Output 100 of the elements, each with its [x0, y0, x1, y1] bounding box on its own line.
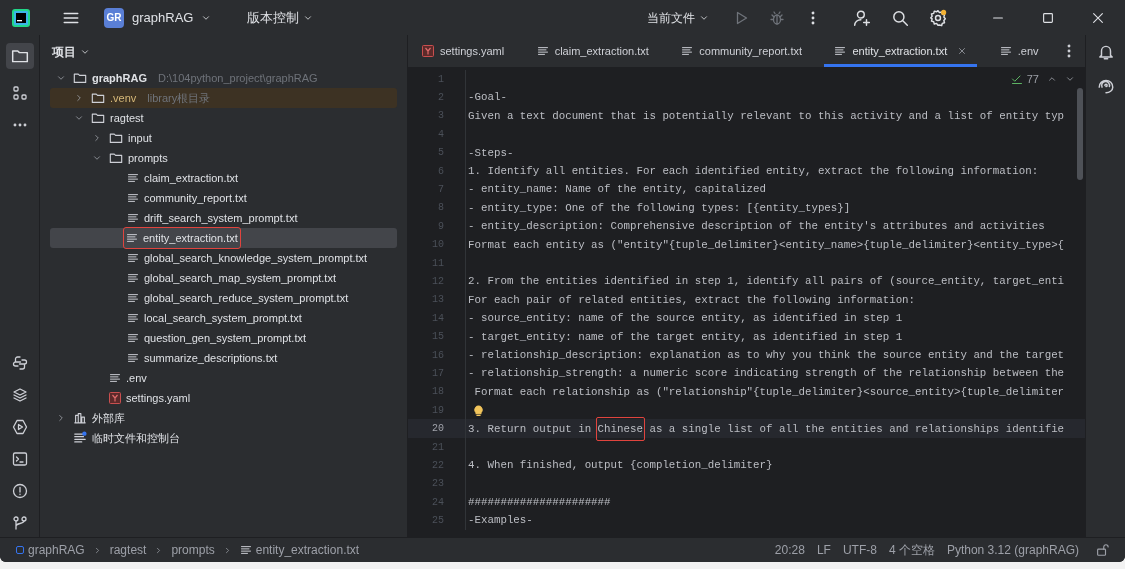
chevron-down-icon[interactable]: [56, 73, 66, 83]
chevron-down-icon[interactable]: [92, 153, 102, 163]
tree-item[interactable]: global_search_knowledge_system_prompt.txt: [144, 249, 368, 267]
notifications-icon[interactable]: [1096, 43, 1115, 61]
project-badge: GR: [104, 7, 124, 28]
check-icon: [1010, 73, 1023, 86]
debug-icon[interactable]: [769, 9, 785, 26]
folder-icon: [109, 151, 123, 165]
code-line: 2. From the entities identified in step 1, identify all pairs of (source_entity, target_enti: [468, 274, 1065, 290]
code-text: as a single list of all the entities and relationships identifie: [648, 421, 1065, 437]
tree-item[interactable]: .env: [126, 369, 147, 387]
breadcrumb-item[interactable]: graphRAG: [16, 541, 85, 559]
tree-item[interactable]: .venv: [110, 89, 137, 107]
chevron-right-icon[interactable]: [74, 93, 84, 103]
inspection-widget[interactable]: 77: [1010, 71, 1039, 88]
status-item[interactable]: LF: [816, 541, 831, 559]
code-line: -Examples-: [468, 513, 533, 529]
scrollbar-thumb[interactable]: [1077, 88, 1083, 180]
tree-item[interactable]: 临时文件和控制台: [92, 429, 180, 447]
tree-item[interactable]: entity_extraction.txt: [143, 229, 238, 247]
code-line: - entity_description: Comprehensive description of the entity's attributes and activities: [468, 219, 1045, 235]
services-icon[interactable]: [11, 419, 28, 435]
chevron-right-icon[interactable]: [56, 413, 66, 423]
status-item[interactable]: 4 个空格: [888, 541, 935, 559]
lock-icon[interactable]: [1095, 543, 1109, 557]
code-line: Format each relationship as ("relationship"{tuple_delimiter}<source_entity>{tuple_delimiter: [473, 384, 1065, 400]
text-file-icon: [536, 45, 549, 57]
vcs-menu[interactable]: 版本控制: [243, 7, 318, 28]
chevron-right-icon[interactable]: [92, 133, 102, 143]
editor-tab[interactable]: claim_extraction.txt: [526, 35, 659, 67]
library-icon: [73, 411, 87, 425]
settings-icon[interactable]: [929, 8, 947, 27]
tree-item[interactable]: local_search_system_prompt.txt: [144, 309, 302, 327]
tree-item[interactable]: claim_extraction.txt: [144, 169, 239, 187]
code-line: - relationship_description: explanation as to why you think the source entity and the target: [468, 347, 1065, 363]
status-item[interactable]: 20:28: [774, 541, 805, 559]
breadcrumb-item[interactable]: entity_extraction.txt: [239, 541, 360, 559]
chevron-down-icon[interactable]: [74, 113, 84, 123]
project-tool-button[interactable]: [5, 43, 34, 69]
text-file-icon: [127, 212, 139, 224]
tree-item[interactable]: 外部库: [92, 409, 125, 427]
search-icon[interactable]: [891, 8, 909, 27]
code-line: Given a text document that is potentially relevant to this activity and a list of entity typ: [468, 108, 1065, 124]
status-item[interactable]: Python 3.12 (graphRAG): [946, 541, 1079, 559]
code-text: 3. Return output in: [468, 421, 593, 437]
code-line: 1. Identify all entities. For each identified entity, extract the following information:: [468, 164, 1039, 180]
tree-item[interactable]: input: [128, 129, 152, 147]
text-file-icon: [127, 292, 139, 304]
tree-item[interactable]: global_search_map_system_prompt.txt: [144, 269, 336, 287]
folder-icon: [73, 71, 87, 85]
editor-tab[interactable]: .env: [989, 35, 1049, 67]
text-file-icon: [999, 45, 1012, 57]
tree-item[interactable]: ragtest: [110, 109, 144, 127]
folder-icon: [109, 131, 123, 145]
excluded-row[interactable]: .venv library根目录: [50, 88, 397, 108]
status-item[interactable]: UTF-8: [842, 541, 877, 559]
folder-icon: [91, 111, 105, 125]
path-hint: library根目录: [147, 90, 211, 106]
yaml-file-icon: [109, 392, 121, 404]
tree-item[interactable]: graphRAG: [92, 69, 147, 87]
breadcrumb-item[interactable]: prompts: [171, 541, 215, 559]
code-line: - target_entity: name of the target entity, as identified in step 1: [468, 329, 903, 345]
project-switcher[interactable]: GR graphRAG: [100, 7, 216, 28]
git-branch-icon[interactable]: [11, 515, 28, 531]
text-file-icon: [127, 332, 139, 344]
selected-row[interactable]: entity_extraction.txt: [50, 228, 397, 248]
folder-icon: [91, 91, 105, 105]
editor-tab[interactable]: settings.yaml: [412, 35, 515, 67]
breadcrumb-item[interactable]: ragtest: [109, 541, 147, 559]
terminal-icon[interactable]: [11, 451, 28, 467]
text-file-icon: [127, 312, 139, 324]
spiral-icon[interactable]: [1096, 77, 1115, 95]
tree-item[interactable]: global_search_reduce_system_prompt.txt: [144, 289, 349, 307]
problems-icon[interactable]: [11, 483, 28, 499]
tree-item[interactable]: prompts: [128, 149, 168, 167]
maximize-icon[interactable]: [1041, 10, 1055, 25]
folder-icon: [10, 47, 29, 65]
tree-item[interactable]: settings.yaml: [126, 389, 191, 407]
layers-icon[interactable]: [11, 387, 28, 403]
run-config-menu[interactable]: 当前文件: [643, 8, 713, 27]
tree-item[interactable]: community_report.txt: [144, 189, 247, 207]
tree-item[interactable]: question_gen_system_prompt.txt: [144, 329, 307, 347]
panel-title[interactable]: 项目: [48, 42, 94, 61]
text-file-icon: [127, 192, 139, 204]
lightbulb-icon[interactable]: [472, 403, 485, 417]
text-file-icon: [127, 352, 139, 364]
close-icon[interactable]: [1091, 10, 1105, 25]
python-console-icon[interactable]: [11, 355, 28, 371]
tree-item[interactable]: summarize_descriptions.txt: [144, 349, 278, 367]
structure-icon[interactable]: [11, 85, 28, 101]
code-line: - relationship_strength: a numeric score indicating strength of the relationship between the: [468, 366, 1065, 382]
yaml-file-icon: [422, 45, 434, 57]
close-icon[interactable]: [957, 46, 968, 56]
scratch-files-icon: [73, 431, 87, 445]
code-line: - source_entity: name of the source entity, as identified in step 1: [468, 311, 903, 327]
add-user-icon[interactable]: [853, 8, 871, 27]
app-logo-icon[interactable]: [12, 8, 30, 27]
text-file-icon: [127, 252, 139, 264]
editor-tab[interactable]: community_report.txt: [671, 35, 812, 67]
tree-item[interactable]: drift_search_system_prompt.txt: [144, 209, 298, 227]
